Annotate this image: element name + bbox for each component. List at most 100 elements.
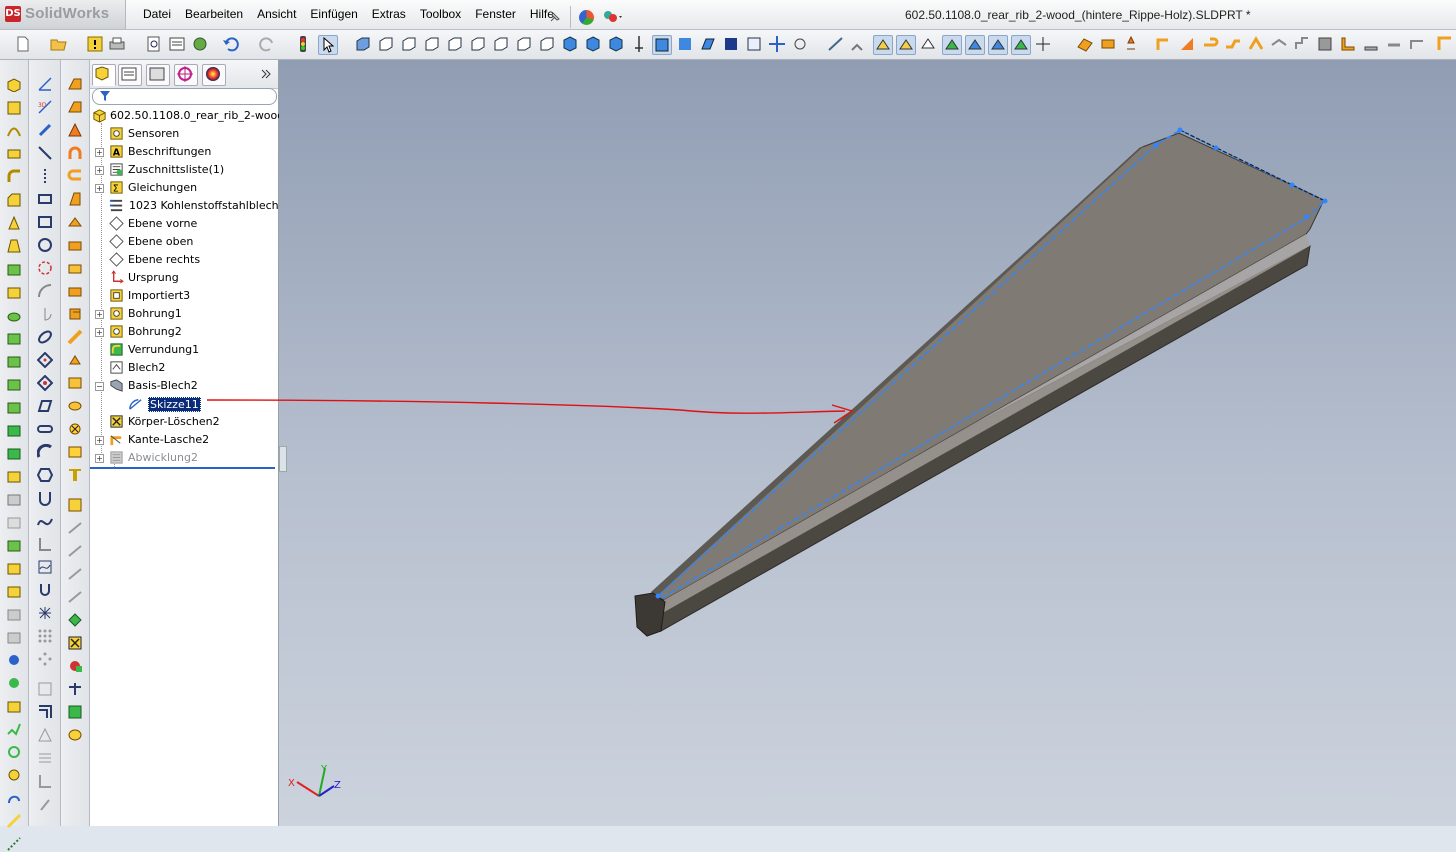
sm-unfold-icon[interactable] bbox=[67, 421, 83, 437]
curves-icon[interactable] bbox=[6, 491, 22, 507]
sm-fold-icon[interactable] bbox=[67, 444, 83, 460]
fix-icon[interactable] bbox=[37, 796, 53, 812]
normal-to-icon[interactable] bbox=[561, 35, 579, 53]
menu-toolbox[interactable]: Toolbox bbox=[413, 7, 468, 21]
filter-faces-icon[interactable] bbox=[896, 35, 916, 55]
app-logo[interactable]: DS SolidWorks bbox=[0, 0, 126, 29]
convert-to-sheet-metal-icon[interactable] bbox=[1122, 35, 1140, 53]
rollback-bar[interactable] bbox=[90, 467, 275, 469]
sm-tab-icon[interactable] bbox=[67, 99, 83, 115]
freeform-icon[interactable] bbox=[6, 583, 22, 599]
tree-item-material[interactable]: 1023 Kohlenstoffstahlblech (SS bbox=[90, 197, 300, 215]
sketch-tool-icon[interactable] bbox=[37, 76, 53, 92]
tab-feature-manager[interactable] bbox=[92, 64, 116, 86]
instant3d-icon[interactable] bbox=[6, 537, 22, 553]
single-view-icon[interactable] bbox=[584, 35, 602, 53]
sm-lofted-bend-icon[interactable] bbox=[67, 467, 83, 483]
expand-toggle[interactable]: + bbox=[95, 166, 104, 175]
expand-toggle[interactable]: + bbox=[95, 310, 104, 319]
view-dimetric-icon[interactable] bbox=[538, 35, 556, 53]
menu-bearbeiten[interactable]: Bearbeiten bbox=[178, 7, 250, 21]
filter-vertices-icon[interactable] bbox=[850, 35, 868, 53]
centerline-icon[interactable] bbox=[37, 168, 53, 184]
dome-icon[interactable] bbox=[6, 307, 22, 323]
extend-icon[interactable] bbox=[37, 750, 53, 766]
tab-display-manager[interactable] bbox=[202, 64, 226, 86]
convert-entities-icon[interactable] bbox=[37, 704, 53, 720]
section-view-icon[interactable] bbox=[630, 35, 648, 53]
perimeter-circle-icon[interactable] bbox=[37, 260, 53, 276]
shaded-with-edges-icon[interactable] bbox=[652, 35, 672, 55]
pan-icon[interactable] bbox=[768, 35, 786, 53]
split-icon[interactable] bbox=[6, 399, 22, 415]
sm-edge-flange-icon[interactable] bbox=[67, 145, 83, 161]
sketched-bend-icon[interactable] bbox=[1247, 35, 1265, 53]
sheet-metal-icon[interactable] bbox=[1076, 35, 1094, 53]
rotate-view-icon[interactable] bbox=[791, 35, 809, 53]
view-back-icon[interactable] bbox=[377, 35, 395, 53]
spiral-icon[interactable] bbox=[6, 790, 22, 806]
tree-item-abwicklung2[interactable]: + Abwicklung2 bbox=[90, 449, 278, 467]
tree-item-skizze11[interactable]: Skizze11 bbox=[90, 395, 278, 413]
tab-dimxpert-manager[interactable] bbox=[174, 64, 198, 86]
tree-item-zuschnittsliste[interactable]: + Zuschnittsliste(1) bbox=[90, 161, 278, 179]
sketch-point[interactable] bbox=[1153, 142, 1159, 148]
sweep-icon[interactable] bbox=[6, 123, 22, 139]
combine-icon[interactable] bbox=[6, 445, 22, 461]
sm-break-icon[interactable] bbox=[67, 329, 83, 345]
reference-geometry-icon[interactable] bbox=[6, 514, 22, 530]
filter-sketch-icon[interactable] bbox=[919, 35, 937, 53]
expand-toggle[interactable]: + bbox=[95, 148, 104, 157]
rib-icon[interactable] bbox=[6, 215, 22, 231]
tree-item-bohrung1[interactable]: + Bohrung1 bbox=[90, 305, 278, 323]
view-bottom-icon[interactable] bbox=[469, 35, 487, 53]
sm-convert-icon[interactable] bbox=[67, 122, 83, 138]
filter-dim-icon[interactable] bbox=[942, 35, 962, 55]
helix-icon[interactable] bbox=[6, 767, 22, 783]
hidden-lines-icon[interactable] bbox=[699, 35, 717, 53]
hole-wizard-icon[interactable] bbox=[6, 744, 22, 760]
view-trimetric-icon[interactable] bbox=[515, 35, 533, 53]
print-preview-icon[interactable] bbox=[145, 35, 163, 53]
revolve-boss-icon[interactable] bbox=[6, 100, 22, 116]
smart-dimension-icon[interactable] bbox=[37, 122, 53, 138]
fillet-sketch-icon[interactable] bbox=[37, 536, 53, 552]
sm-miter-icon[interactable] bbox=[67, 168, 83, 184]
sm-jog-icon[interactable] bbox=[67, 214, 83, 230]
tree-item-blech2[interactable]: Blech2 bbox=[90, 359, 278, 377]
plane-tool-icon[interactable] bbox=[37, 398, 53, 414]
menu-ansicht[interactable]: Ansicht bbox=[250, 7, 303, 21]
sketch-point[interactable] bbox=[1303, 214, 1309, 220]
deform-icon[interactable] bbox=[6, 606, 22, 622]
expand-toggle[interactable]: + bbox=[95, 454, 104, 463]
linear-sketch-pattern-icon[interactable] bbox=[37, 628, 53, 644]
sm-welded-icon[interactable] bbox=[67, 306, 83, 322]
select-arrow-icon[interactable] bbox=[318, 35, 338, 55]
tab-configuration-manager[interactable] bbox=[146, 64, 170, 86]
sm-corner-icon[interactable] bbox=[67, 260, 83, 276]
scale-icon[interactable] bbox=[6, 721, 22, 737]
extrude-boss-icon[interactable] bbox=[6, 76, 22, 92]
slot-icon[interactable] bbox=[37, 421, 53, 437]
hexagon-icon[interactable] bbox=[37, 467, 53, 483]
menu-datei[interactable]: Datei bbox=[136, 7, 178, 21]
magnet-icon[interactable] bbox=[37, 582, 53, 598]
spline-icon[interactable] bbox=[37, 513, 53, 529]
mirror-icon[interactable] bbox=[6, 330, 22, 346]
sm-no-bends-icon[interactable] bbox=[67, 566, 83, 582]
move-body-icon[interactable] bbox=[6, 422, 22, 438]
rebuild-traffic-light-icon[interactable] bbox=[294, 35, 312, 53]
sm-insert-bends-icon[interactable] bbox=[67, 543, 83, 559]
point-icon[interactable] bbox=[37, 375, 53, 391]
wrap-icon[interactable] bbox=[6, 284, 22, 300]
circular-sketch-pattern-icon[interactable] bbox=[37, 651, 53, 667]
expand-toggle[interactable]: + bbox=[95, 184, 104, 193]
tree-item-importiert3[interactable]: Importiert3 bbox=[90, 287, 278, 305]
draft-icon[interactable] bbox=[6, 238, 22, 254]
measure-icon[interactable] bbox=[6, 813, 22, 829]
trim-icon[interactable] bbox=[37, 727, 53, 743]
sm-vent-icon[interactable] bbox=[67, 375, 83, 391]
equation-curve-icon[interactable] bbox=[37, 559, 53, 575]
expand-toggle[interactable]: + bbox=[95, 328, 104, 337]
circular-pattern-icon[interactable] bbox=[6, 376, 22, 392]
